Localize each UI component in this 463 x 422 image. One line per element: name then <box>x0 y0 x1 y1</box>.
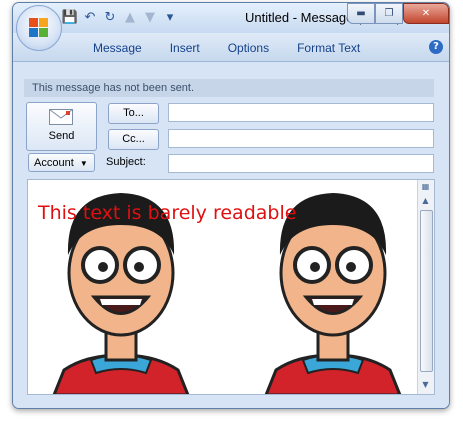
cc-button[interactable]: Cc... <box>108 129 159 150</box>
close-button[interactable]: ✕ <box>403 3 449 24</box>
save-icon[interactable]: 💾 <box>61 9 79 27</box>
send-envelope-icon <box>49 109 73 125</box>
office-logo-icon <box>29 18 49 38</box>
scroll-up-icon[interactable]: ▲ <box>419 195 432 207</box>
scroll-down-icon[interactable]: ▼ <box>419 379 432 391</box>
compose-area: This message has not been sent. Send To.… <box>13 62 449 408</box>
cc-field[interactable] <box>168 129 434 148</box>
tab-message[interactable]: Message <box>79 41 156 55</box>
to-field[interactable] <box>168 103 434 122</box>
quick-access-toolbar: 💾 ↶ ↻ ▲ ▼ ▾ <box>61 9 179 27</box>
next-item-icon[interactable]: ▼ <box>141 9 159 27</box>
help-icon[interactable]: ? <box>429 40 443 54</box>
info-bar: This message has not been sent. <box>24 79 434 97</box>
undo-icon[interactable]: ↶ <box>81 9 99 27</box>
tab-format-text[interactable]: Format Text <box>283 41 374 55</box>
restore-icon: ❐ <box>384 8 394 19</box>
body-text: This text is barely readable <box>38 202 297 224</box>
minimize-button[interactable]: ▬ <box>347 3 375 24</box>
subject-label: Subject: <box>106 156 146 168</box>
title-bar: 💾 ↶ ↻ ▲ ▼ ▾ Untitled - Message (HTML) ▬ … <box>13 3 449 33</box>
message-window: 💾 ↶ ↻ ▲ ▼ ▾ Untitled - Message (HTML) ▬ … <box>12 2 450 409</box>
previous-item-icon[interactable]: ▲ <box>121 9 139 27</box>
window-controls: ▬ ❐ ✕ <box>347 3 449 24</box>
ruler-toggle-icon[interactable]: ▦ <box>419 181 432 193</box>
redo-icon[interactable]: ↻ <box>101 9 119 27</box>
customize-qat-icon[interactable]: ▾ <box>161 9 179 27</box>
send-button[interactable]: Send <box>26 102 97 151</box>
message-body[interactable]: This text is barely readable ▦ ▲ ▼ <box>27 179 435 395</box>
restore-button[interactable]: ❐ <box>375 3 403 24</box>
subject-field[interactable] <box>168 154 434 173</box>
ribbon-tabs: Message Insert Options Format Text <box>79 41 374 55</box>
minimize-icon: ▬ <box>356 8 366 19</box>
close-icon: ✕ <box>421 8 431 19</box>
vertical-scrollbar[interactable]: ▦ ▲ ▼ <box>417 180 434 394</box>
account-button[interactable]: Account ▼ <box>28 153 95 172</box>
scrollbar-thumb[interactable] <box>420 210 433 372</box>
chevron-down-icon: ▼ <box>79 159 88 168</box>
tab-options[interactable]: Options <box>214 41 283 55</box>
ribbon: Message Insert Options Format Text ? <box>13 33 449 62</box>
office-button[interactable] <box>16 5 62 51</box>
send-label: Send <box>48 130 75 142</box>
account-label: Account <box>34 157 74 169</box>
to-button[interactable]: To... <box>108 103 159 124</box>
tab-insert[interactable]: Insert <box>156 41 214 55</box>
